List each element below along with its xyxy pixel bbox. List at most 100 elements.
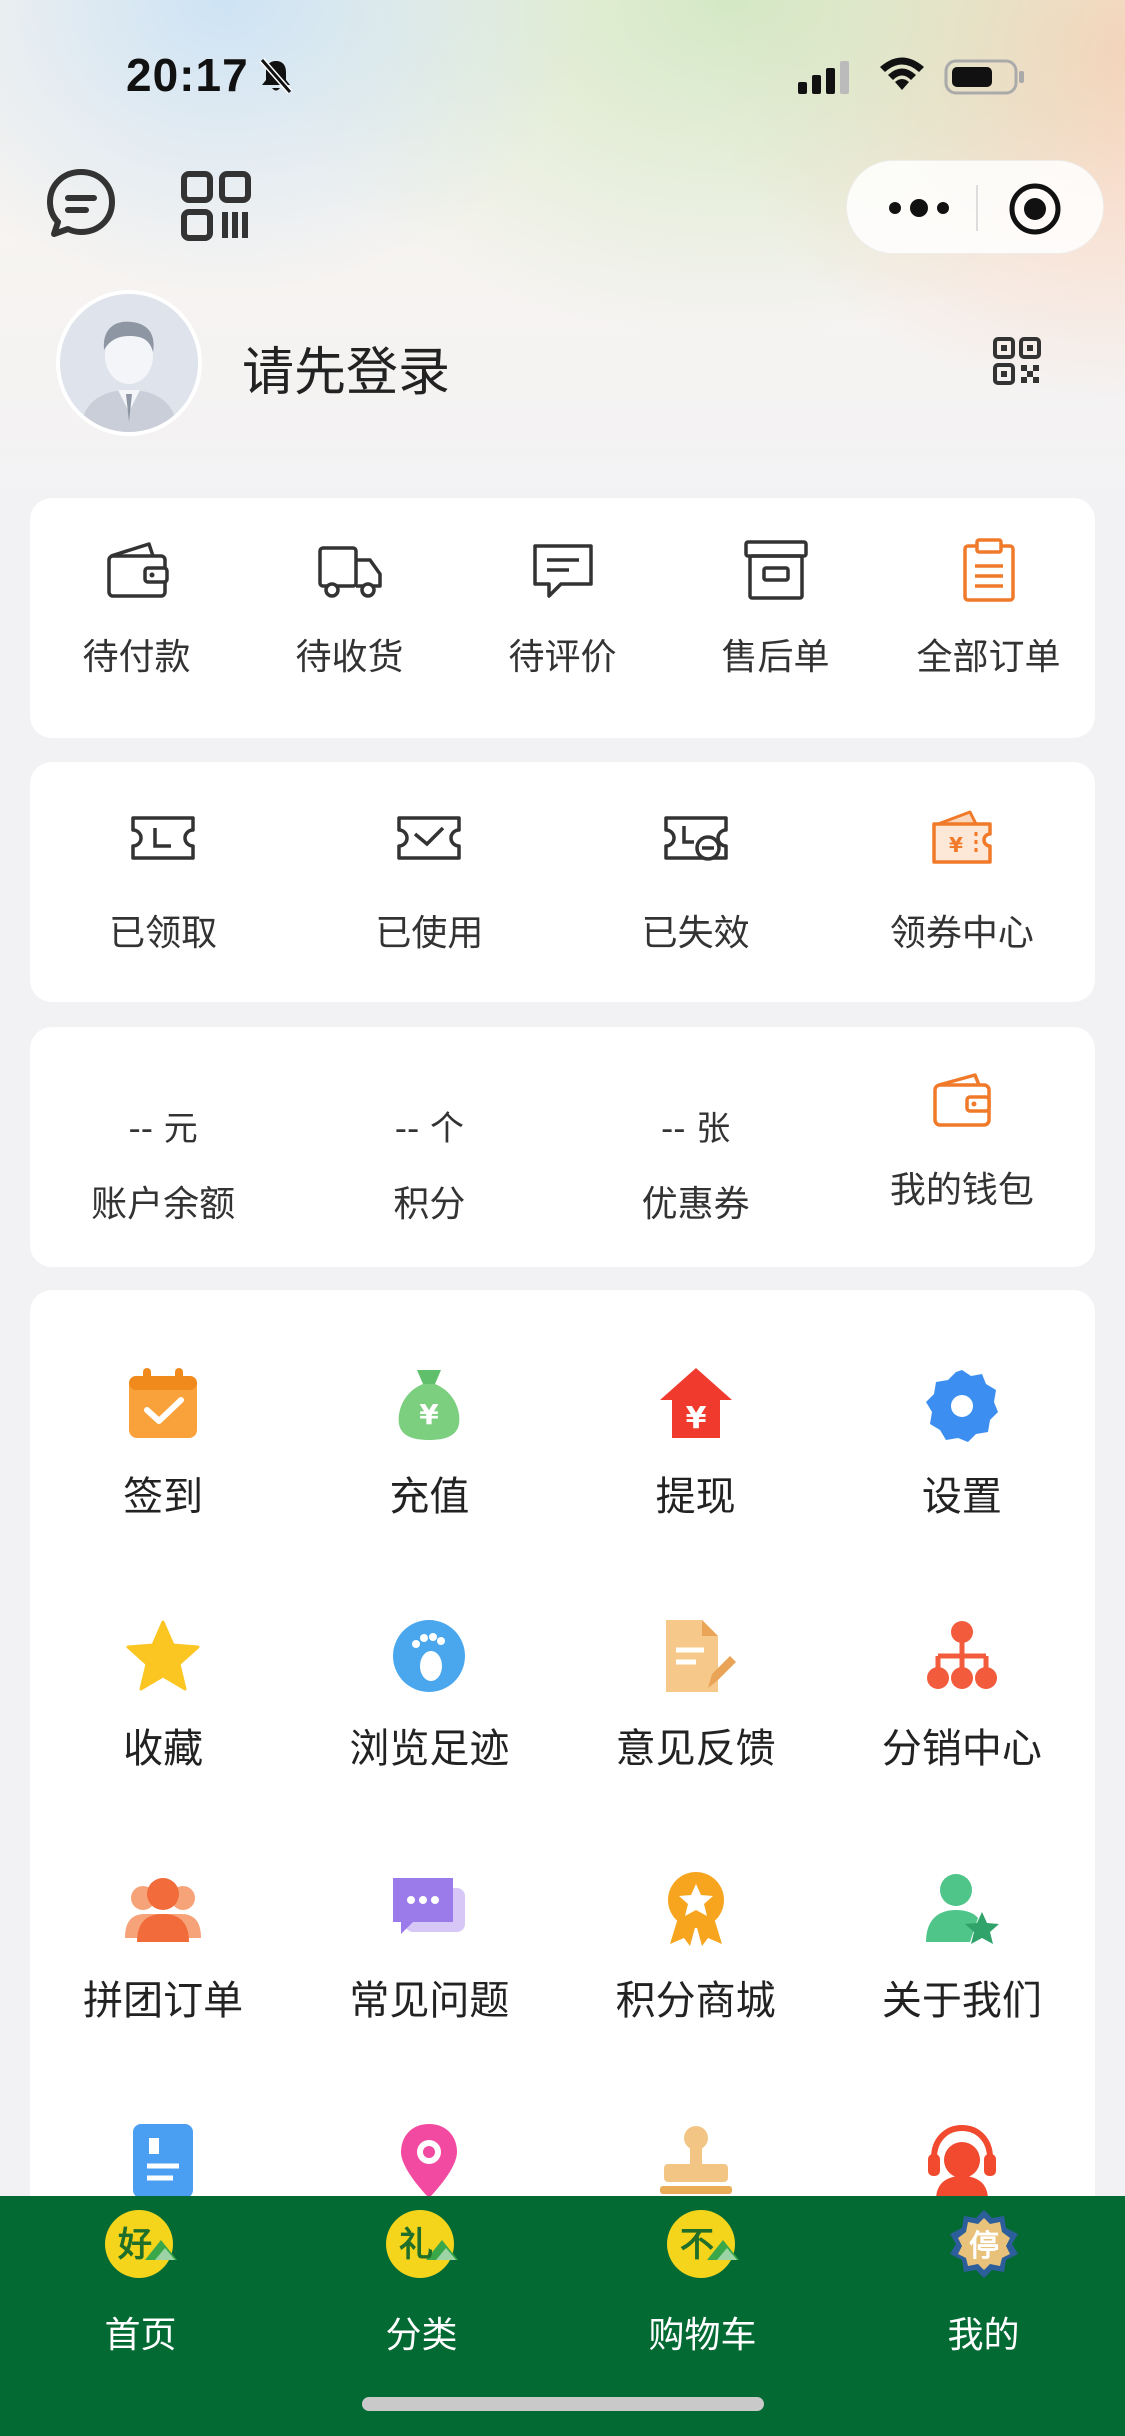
cellular-signal-icon [798, 61, 849, 94]
wallet-icon [106, 542, 169, 598]
capsule-divider [976, 185, 978, 231]
org-tree-icon [926, 1621, 997, 1689]
home-indicator[interactable] [362, 2397, 764, 2411]
service-label: 意见反馈 [615, 1726, 776, 1772]
comment-icon [532, 544, 593, 598]
mute-bell-icon [259, 58, 293, 94]
login-prompt[interactable]: 请先登录 [242, 330, 450, 405]
tab-mine[interactable]: 停 我的 [843, 2196, 1124, 2396]
close-target-icon[interactable] [1007, 181, 1063, 237]
customer-service-icon [927, 2124, 996, 2200]
coupon-used[interactable]: 已使用 [296, 762, 562, 1002]
order-label: 待评价 [508, 637, 617, 678]
coupons-card: 已领取 已使用 已失效 ¥ 领券中心 [30, 762, 1095, 1002]
service-group-orders[interactable]: 拼团订单 [30, 1794, 296, 2046]
service-checkin[interactable]: 签到 [30, 1290, 296, 1542]
feedback-doc-icon [665, 1620, 736, 1692]
ticket-used-icon [397, 816, 462, 860]
faq-chat-icon [393, 1878, 466, 1934]
asset-value: -- 张 [660, 1109, 731, 1149]
service-recharge[interactable]: ¥ 充值 [296, 1290, 562, 1542]
tab-label: 购物车 [648, 2315, 757, 2356]
tab-label: 首页 [104, 2315, 177, 2356]
more-dots-icon[interactable] [879, 183, 959, 233]
order-all[interactable]: 全部订单 [882, 498, 1095, 738]
tab-glyph: 停 [969, 2229, 999, 2264]
tab-label: 分类 [385, 2315, 458, 2356]
asset-label: 优惠券 [641, 1184, 750, 1225]
service-favorites[interactable]: 收藏 [30, 1542, 296, 1794]
service-label: 签到 [123, 1474, 204, 1520]
avatar[interactable] [56, 290, 202, 436]
tab-glyph: 好 [117, 2225, 152, 2265]
coupon-label: 已失效 [641, 913, 750, 954]
mine-badge-icon: 停 [949, 2210, 1018, 2278]
qr-code-icon[interactable] [180, 170, 252, 242]
status-time: 20:17 [126, 49, 249, 101]
ticket-expired-icon [663, 816, 728, 861]
tab-category[interactable]: 礼 分类 [281, 2196, 562, 2396]
order-pending-delivery[interactable]: 待收货 [243, 498, 456, 738]
service-label: 常见问题 [349, 1978, 510, 2024]
asset-value: -- 个 [394, 1109, 465, 1149]
service-label: 分销中心 [881, 1726, 1042, 1772]
wifi-icon [880, 57, 924, 90]
stamp-icon [659, 2126, 732, 2194]
cart-badge-icon: 不 [666, 2210, 739, 2278]
coupon-center[interactable]: ¥ 领券中心 [829, 762, 1095, 1002]
service-points-mall[interactable]: 积分商城 [563, 1794, 829, 2046]
asset-value: -- 元 [128, 1109, 198, 1149]
calendar-check-icon [129, 1368, 198, 1438]
profile-header[interactable]: 请先登录 [56, 290, 1066, 440]
category-badge-icon: 礼 [385, 2210, 458, 2278]
service-label: 收藏 [123, 1726, 204, 1772]
asset-coupons[interactable]: -- 张 优惠券 [563, 1027, 829, 1267]
ticket-received-icon [131, 816, 195, 860]
order-label: 全部订单 [916, 637, 1061, 678]
qr-code-icon[interactable] [992, 336, 1042, 386]
svg-text:¥: ¥ [685, 1401, 706, 1436]
user-star-icon [925, 1874, 999, 1944]
service-feedback[interactable]: 意见反馈 [563, 1542, 829, 1794]
service-label: 关于我们 [881, 1978, 1042, 2024]
orders-card: 待付款 待收货 待评价 售后单 全部订单 [30, 498, 1095, 738]
home-badge-icon: 好 [104, 2210, 177, 2278]
tab-cart[interactable]: 不 购物车 [562, 2196, 843, 2396]
assets-card: -- 元 账户余额 -- 个 积分 -- 张 优惠券 我的钱包 [30, 1027, 1095, 1267]
service-settings[interactable]: 设置 [829, 1290, 1095, 1542]
coupon-received[interactable]: 已领取 [30, 762, 296, 1002]
service-label: 设置 [921, 1474, 1002, 1520]
service-faq[interactable]: 常见问题 [296, 1794, 562, 2046]
svg-text:¥: ¥ [949, 833, 963, 857]
service-label: 提现 [655, 1474, 736, 1520]
clipboard-icon [962, 538, 1015, 602]
asset-label: 积分 [393, 1184, 466, 1225]
services-card: 签到 ¥ 充值 ¥ 提现 设置 收藏 浏览足迹 意见反馈 分销中心 拼团订单 常… [30, 1290, 1095, 2290]
service-label: 积分商城 [615, 1978, 776, 2024]
tab-home[interactable]: 好 首页 [0, 2196, 281, 2396]
coupon-expired[interactable]: 已失效 [563, 762, 829, 1002]
chat-bubble-icon[interactable] [44, 166, 118, 240]
money-bag-icon: ¥ [399, 1370, 460, 1440]
service-label: 充值 [389, 1474, 470, 1520]
location-pin-icon [401, 2124, 458, 2198]
group-users-icon [125, 1878, 202, 1942]
order-pending-payment[interactable]: 待付款 [30, 498, 243, 738]
service-label: 浏览足迹 [349, 1726, 510, 1772]
order-pending-review[interactable]: 待评价 [456, 498, 669, 738]
settings-gear-icon [925, 1370, 998, 1442]
asset-points[interactable]: -- 个 积分 [296, 1027, 562, 1267]
service-footprints[interactable]: 浏览足迹 [296, 1542, 562, 1794]
battery-icon [944, 59, 1024, 95]
order-after-sales[interactable]: 售后单 [669, 498, 882, 738]
wallet-card-icon [933, 1073, 991, 1127]
star-icon [126, 1620, 200, 1691]
service-distribution[interactable]: 分销中心 [829, 1542, 1095, 1794]
asset-balance[interactable]: -- 元 账户余额 [30, 1027, 296, 1267]
service-withdraw[interactable]: ¥ 提现 [563, 1290, 829, 1542]
service-about-us[interactable]: 关于我们 [829, 1794, 1095, 2046]
box-icon [743, 540, 808, 600]
my-wallet[interactable]: 我的钱包 [829, 1027, 1095, 1267]
coupon-label: 已使用 [375, 913, 484, 954]
coupon-center-icon: ¥ [932, 810, 992, 864]
